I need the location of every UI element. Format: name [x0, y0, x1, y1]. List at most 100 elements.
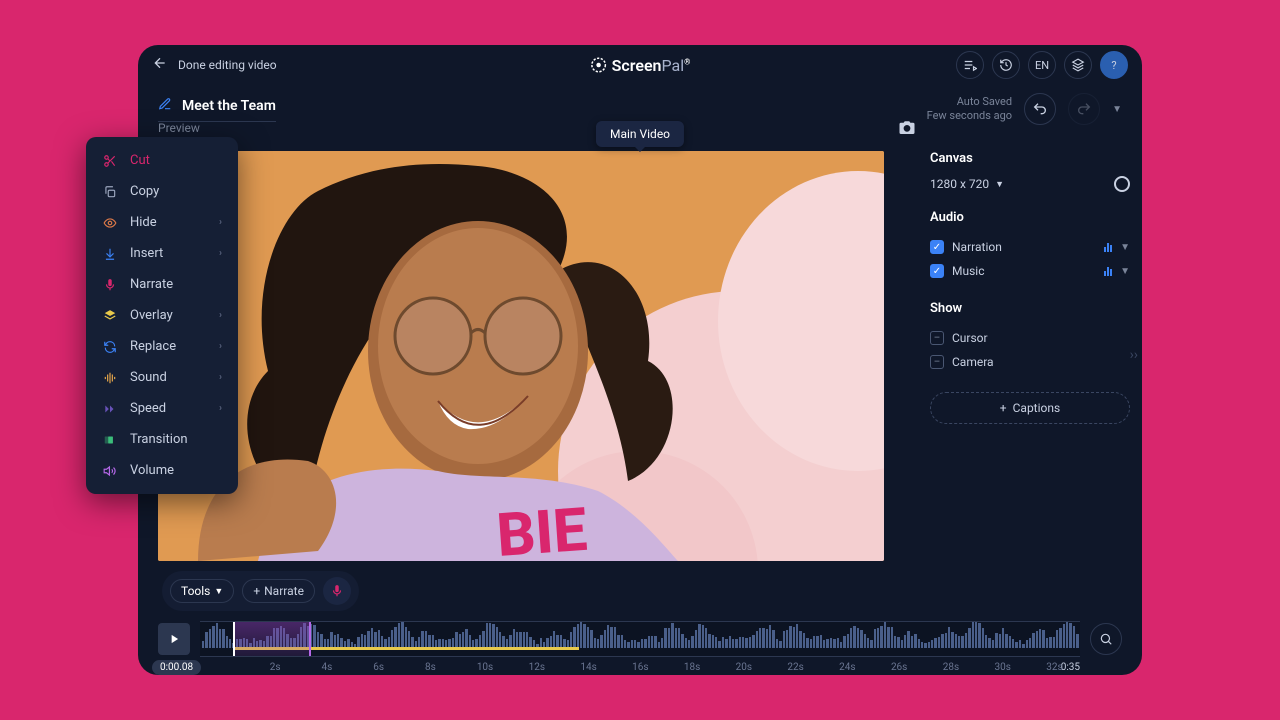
autosave-title: Auto Saved [927, 95, 1012, 109]
ctx-cut[interactable]: Cut [86, 145, 238, 176]
language-button[interactable]: EN [1028, 51, 1056, 79]
top-left: Done editing video [152, 55, 277, 75]
ctx-speed[interactable]: Speed› [86, 393, 238, 424]
playlist-icon[interactable] [956, 51, 984, 79]
ruler-tick: 14s [580, 662, 596, 673]
camera-row[interactable]: – Camera [930, 350, 1130, 374]
music-menu-icon[interactable]: ▼ [1120, 266, 1130, 277]
canvas-size-value: 1280 x 720 [930, 177, 989, 191]
ruler-tick: 6s [373, 662, 384, 673]
music-checkbox[interactable]: ✓ [930, 264, 944, 278]
audio-section: Audio ✓ Narration ▼ ✓ Music ▼ [930, 210, 1130, 283]
eq-icon [1104, 242, 1112, 252]
app-window: Done editing video ScreenPal® EN ? Meet … [138, 45, 1142, 675]
narrate-label: Narrate [264, 584, 304, 598]
overlay-icon [102, 309, 118, 323]
narrate-button[interactable]: + Narrate [242, 579, 315, 603]
preview-column: Preview [158, 137, 916, 561]
ctx-hide[interactable]: Hide› [86, 207, 238, 238]
tools-label: Tools [181, 584, 210, 598]
done-editing-label[interactable]: Done editing video [178, 58, 277, 72]
cut-icon [102, 154, 118, 168]
back-arrow-icon[interactable] [152, 55, 168, 75]
layers-icon[interactable] [1064, 51, 1092, 79]
play-button[interactable] [158, 623, 190, 655]
ctx-replace[interactable]: Replace› [86, 331, 238, 362]
panel-collapse-icon[interactable]: ›› [1130, 347, 1138, 363]
narration-menu-icon[interactable]: ▼ [1120, 242, 1130, 253]
narration-checkbox[interactable]: ✓ [930, 240, 944, 254]
chevron-right-icon: › [219, 248, 222, 259]
mic-icon [102, 278, 118, 292]
chevron-right-icon: › [219, 341, 222, 352]
music-label: Music [952, 264, 1096, 278]
ctx-insert[interactable]: Insert› [86, 238, 238, 269]
camera-checkbox[interactable]: – [930, 355, 944, 369]
ruler-tick: 4s [322, 662, 333, 673]
ruler-tick: 30s [994, 662, 1010, 673]
audio-heading: Audio [930, 210, 1130, 225]
ctx-narrate[interactable]: Narrate [86, 269, 238, 300]
waveform [200, 628, 1080, 648]
chevron-right-icon: › [219, 403, 222, 414]
autosave-time: Few seconds ago [927, 109, 1012, 123]
cursor-row[interactable]: – Cursor [930, 326, 1130, 350]
ctx-volume[interactable]: Volume [86, 455, 238, 486]
insert-icon [102, 247, 118, 261]
ctx-transition[interactable]: Transition [86, 424, 238, 455]
chevron-right-icon: › [219, 372, 222, 383]
svg-text:BIE: BIE [494, 494, 589, 561]
canvas-section: Canvas 1280 x 720 ▼ [930, 151, 1130, 192]
title-right: Auto Saved Few seconds ago ▼ [927, 93, 1122, 125]
ruler-tick: 16s [632, 662, 648, 673]
ctx-overlay[interactable]: Overlay› [86, 300, 238, 331]
speed-icon [102, 402, 118, 416]
chevron-right-icon: › [219, 310, 222, 321]
show-section: Show – Cursor – Camera [930, 301, 1130, 374]
current-time-pill: 0:00.08 [152, 660, 201, 675]
ruler-tick: 24s [839, 662, 855, 673]
undo-button[interactable] [1024, 93, 1056, 125]
ruler-tick: 26s [891, 662, 907, 673]
ruler-tick: 2s [270, 662, 281, 673]
tools-dropdown[interactable]: Tools▼ [170, 579, 234, 603]
canvas-color-picker[interactable] [1114, 176, 1130, 192]
cursor-checkbox[interactable]: – [930, 331, 944, 345]
playhead[interactable] [233, 621, 235, 657]
history-dropdown-icon[interactable]: ▼ [1112, 104, 1122, 115]
add-captions-button[interactable]: + Captions [930, 392, 1130, 424]
bottom-bar: Tools▼ +Narrate 0:00.08 0:35 2s4s6s8s10s… [138, 561, 1142, 675]
snapshot-icon[interactable] [898, 119, 916, 141]
ctx-copy[interactable]: Copy [86, 176, 238, 207]
plus-icon: + [253, 584, 260, 598]
volume-icon [102, 464, 118, 478]
brand-b: Pal [661, 56, 684, 75]
ruler-tick: 10s [477, 662, 493, 673]
timeline[interactable] [200, 621, 1080, 657]
music-row[interactable]: ✓ Music ▼ [930, 259, 1130, 283]
project-title: Meet the Team [182, 98, 276, 114]
mic-button[interactable] [323, 577, 351, 605]
redo-button[interactable] [1068, 93, 1100, 125]
side-panel: ›› Canvas 1280 x 720 ▼ Audio ✓ Narration… [930, 137, 1130, 561]
main-video-tooltip: Main Video [596, 121, 684, 147]
chevron-right-icon: › [219, 217, 222, 228]
edit-icon [158, 96, 172, 115]
narration-row[interactable]: ✓ Narration ▼ [930, 235, 1130, 259]
end-time: 0:35 [1061, 662, 1080, 673]
video-preview[interactable]: BIE [158, 151, 884, 561]
show-heading: Show [930, 301, 1130, 316]
timeline-selection[interactable] [233, 622, 311, 656]
history-icon[interactable] [992, 51, 1020, 79]
canvas-heading: Canvas [930, 151, 1130, 166]
ctx-sound[interactable]: Sound› [86, 362, 238, 393]
preview-label: Preview [158, 121, 200, 135]
canvas-size-dropdown[interactable]: 1280 x 720 ▼ [930, 177, 1004, 191]
camera-label: Camera [952, 355, 1130, 369]
ruler-tick: 28s [943, 662, 959, 673]
eq-icon [1104, 266, 1112, 276]
help-button[interactable]: ? [1100, 51, 1128, 79]
project-title-wrap[interactable]: Meet the Team [158, 96, 276, 122]
top-bar: Done editing video ScreenPal® EN ? [138, 45, 1142, 85]
timeline-zoom-button[interactable] [1090, 623, 1122, 655]
